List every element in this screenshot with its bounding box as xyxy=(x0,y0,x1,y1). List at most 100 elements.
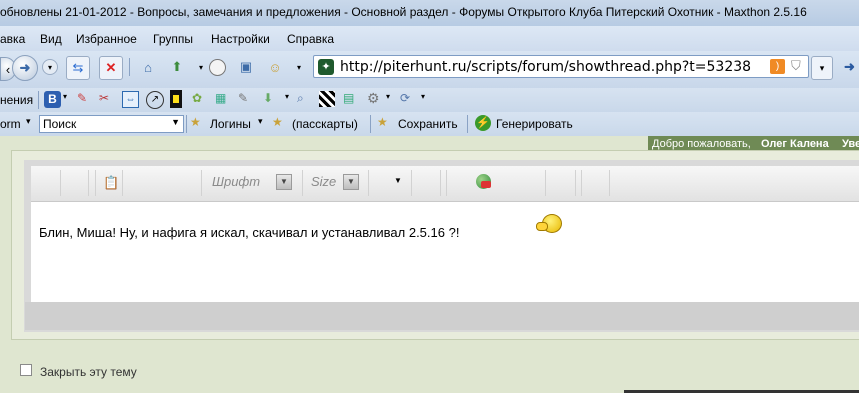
resize-icon[interactable]: ⇔ xyxy=(122,91,139,108)
toolbar-separator xyxy=(440,170,441,196)
smiley-icon xyxy=(536,212,562,234)
blogger-icon[interactable]: B xyxy=(44,91,61,108)
toolbar-separator xyxy=(609,170,610,196)
star-icon: ★ xyxy=(272,115,283,129)
chevron-down-icon[interactable]: ▾ xyxy=(26,116,31,127)
plugin-toolbar-label: нения xyxy=(0,93,34,107)
magnifier-icon[interactable]: ⌕ xyxy=(297,91,304,106)
users-dropdown-button[interactable]: ▾ xyxy=(288,56,310,78)
folder-up-icon: ⬆ xyxy=(171,59,183,74)
gear-icon[interactable]: ⚙ xyxy=(367,90,380,107)
go-button[interactable]: ➜ xyxy=(840,56,859,78)
image-icon[interactable]: ▦ xyxy=(215,91,226,105)
toolbar-separator xyxy=(122,170,123,196)
message-textarea[interactable] xyxy=(31,202,859,302)
passcards-button[interactable]: (пасскарты) xyxy=(292,117,358,131)
menu-item-settings[interactable]: Настройки xyxy=(211,32,270,46)
compass-icon[interactable]: ↗ xyxy=(146,91,164,109)
users-button[interactable]: ☺ xyxy=(264,56,286,78)
paint-icon[interactable]: ✿ xyxy=(192,91,202,105)
toolbar-separator xyxy=(575,170,576,196)
chevron-down-icon: ▾ xyxy=(198,62,203,72)
font-select-placeholder: Шрифт xyxy=(212,174,261,189)
insert-link-icon[interactable] xyxy=(476,174,491,189)
sync-icon[interactable]: ⟳ xyxy=(400,91,410,105)
size-select[interactable]: Size ▼ xyxy=(311,172,361,192)
form-label: orm xyxy=(0,117,21,131)
search-toolbar: orm ▾ Поиск ▼ ★ Логины ▾ ★ (пасскарты) ★… xyxy=(0,112,859,136)
download-icon[interactable]: ⬇ xyxy=(263,91,273,105)
toolbar-separator xyxy=(545,170,546,196)
rss-icon[interactable]: ) xyxy=(770,59,785,74)
home-button[interactable]: ⌂ xyxy=(137,56,159,78)
window-titlebar: обновлены 21-01-2012 - Вопросы, замечани… xyxy=(0,0,859,26)
screenshot-icon[interactable]: ▤ xyxy=(343,91,354,105)
chevron-down-icon[interactable]: ▾ xyxy=(258,116,263,127)
chevron-down-icon: ▾ xyxy=(296,62,301,72)
toolbar-separator xyxy=(95,170,96,196)
window-icon: ▣ xyxy=(239,59,253,74)
chevron-down-icon: ▼ xyxy=(276,174,292,190)
username-link[interactable]: Олег Калена xyxy=(761,138,829,150)
close-icon: ✕ xyxy=(105,60,117,75)
toolbar-separator xyxy=(302,170,303,196)
welcome-tail[interactable]: Уве xyxy=(842,138,859,150)
address-bar[interactable]: ✦ http://piterhunt.ru/scripts/forum/show… xyxy=(313,55,809,78)
toolbar-separator xyxy=(186,115,187,133)
address-url: http://piterhunt.ru/scripts/forum/showth… xyxy=(340,59,752,75)
address-dropdown-button[interactable]: ▾ xyxy=(811,56,833,80)
close-thread-checkbox[interactable] xyxy=(20,364,32,376)
stop-button[interactable]: ✕ xyxy=(99,56,123,80)
chevron-down-icon[interactable]: ▾ xyxy=(285,92,289,101)
search-engine-select[interactable]: Поиск ▼ xyxy=(39,115,184,133)
plugin-toolbar: нения B ▾ ✎ ✂ ⇔ ↗ ✿ ▦ ✎ ⬇ ▾ ⌕ ▤ ⚙ ▾ ⟳ ▾ xyxy=(0,88,859,112)
color-dropdown-button[interactable]: ▼ xyxy=(394,176,402,185)
menu-item-groups[interactable]: Группы xyxy=(153,32,193,46)
forward-button[interactable]: ➜ xyxy=(12,55,38,81)
generate-button[interactable]: Генерировать xyxy=(496,117,573,131)
menu-item-view[interactable]: Вид xyxy=(40,32,62,46)
star-icon: ★ xyxy=(377,115,388,129)
up-button[interactable]: ⬆ xyxy=(166,56,188,78)
font-select[interactable]: Шрифт ▼ xyxy=(212,172,296,192)
menu-item-edit[interactable]: авка xyxy=(0,32,25,46)
pin-icon[interactable]: ✎ xyxy=(238,91,248,105)
clock-button[interactable] xyxy=(206,56,228,78)
forward-arrow-icon: ➜ xyxy=(19,60,31,75)
chevron-down-icon[interactable]: ▾ xyxy=(386,92,390,101)
close-thread-label[interactable]: Закрыть эту тему xyxy=(40,365,137,379)
logins-button[interactable]: Логины xyxy=(210,117,251,131)
toolbar-separator xyxy=(201,170,202,196)
clock-icon xyxy=(208,58,226,76)
home-icon: ⌂ xyxy=(144,59,152,75)
editor-resize-bar[interactable] xyxy=(25,302,859,330)
battery-icon[interactable] xyxy=(170,90,182,108)
toolbar-separator xyxy=(38,91,39,109)
message-text: Блин, Миша! Ну, и нафига я искал, скачив… xyxy=(39,225,460,240)
scissors-icon[interactable]: ✂ xyxy=(99,91,109,105)
editor-toolbar xyxy=(31,166,859,202)
lightning-icon: ⚡ xyxy=(475,115,491,131)
back-arrow-icon: ‹ xyxy=(5,61,11,77)
refresh-button[interactable]: ⇆ xyxy=(66,56,90,80)
paste-icon[interactable]: 📋 xyxy=(103,175,119,191)
menu-item-help[interactable]: Справка xyxy=(287,32,334,46)
eraser-icon[interactable]: ✎ xyxy=(77,91,87,105)
toolbar-separator xyxy=(60,170,61,196)
shield-icon[interactable]: ⛉ xyxy=(791,58,805,74)
menu-item-favorites[interactable]: Избранное xyxy=(76,32,137,46)
chevron-down-icon[interactable]: ▾ xyxy=(63,92,67,101)
star-icon: ★ xyxy=(190,115,201,129)
users-icon: ☺ xyxy=(268,59,282,75)
save-button[interactable]: Сохранить xyxy=(398,117,458,131)
split-view-button[interactable]: ▣ xyxy=(235,56,257,78)
qr-code-icon[interactable] xyxy=(319,91,335,107)
chevron-down-icon[interactable]: ▾ xyxy=(421,92,425,101)
history-dropdown-button[interactable]: ▾ xyxy=(42,59,58,75)
chevron-down-icon: ▾ xyxy=(819,62,825,73)
menu-bar: авка Вид Избранное Группы Настройки Спра… xyxy=(0,26,859,51)
toolbar-separator xyxy=(88,170,89,196)
size-select-placeholder: Size xyxy=(311,174,337,189)
toolbar-separator xyxy=(129,58,130,76)
welcome-text: Добро пожаловать, xyxy=(652,138,751,150)
